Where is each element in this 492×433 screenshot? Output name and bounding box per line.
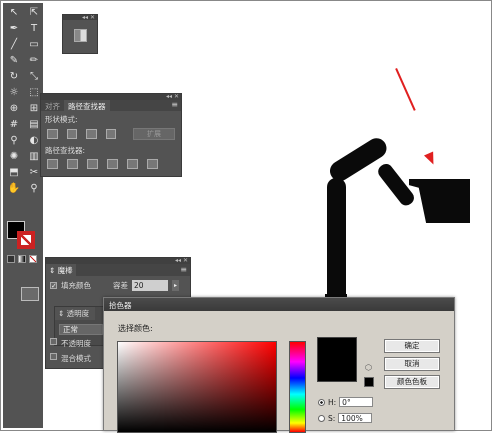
none-mode-icon[interactable] — [29, 255, 37, 263]
blend-mode-select[interactable]: 正常 — [59, 324, 103, 335]
line-icon[interactable]: ╱ — [5, 37, 23, 52]
magic-wand-tabs: ⇕ 魔棒 ≡ — [46, 263, 190, 277]
tab-pathfinder[interactable]: 路径查找器 — [64, 100, 110, 111]
type-icon[interactable]: T — [25, 21, 43, 36]
fill-color-checkbox[interactable]: ✓ — [50, 282, 57, 290]
tolerance-label: 容差 — [113, 281, 128, 290]
merge-icon[interactable] — [87, 159, 98, 169]
color-picker-title[interactable]: 拾色器 — [104, 298, 454, 311]
blend-mode-checkbox[interactable] — [50, 353, 57, 360]
pathfinder-panel: ◂◂ ✕ 对齐 路径查找器 ≡ 形状模式: 扩展 路径查找器: — [40, 93, 182, 177]
paintbrush-icon[interactable]: ✎ — [5, 53, 23, 68]
blend-mode-label: 混合模式 — [61, 354, 91, 363]
artwork-vertical-bar[interactable] — [327, 178, 346, 299]
direct-select-icon[interactable]: ⇱ — [25, 5, 43, 20]
rectangle-icon[interactable]: ▭ — [25, 37, 43, 52]
divide-icon[interactable] — [47, 159, 58, 169]
shape-modes-label: 形状模式: — [45, 115, 78, 124]
color-field[interactable] — [117, 341, 277, 433]
hue-radio[interactable] — [318, 398, 325, 406]
pen-icon[interactable]: ✒ — [5, 21, 23, 36]
rotate-icon[interactable]: ↻ — [5, 69, 23, 84]
tolerance-arrow-icon[interactable]: ▸ — [172, 280, 179, 291]
stroke-none-icon — [17, 231, 35, 249]
fill-color-label: 填充颜色 — [61, 281, 91, 290]
eyedropper-icon[interactable]: ⚲ — [5, 133, 23, 148]
tab-align[interactable]: 对齐 — [41, 100, 64, 111]
color-picker-dialog: 拾色器 选择颜色: ⬡ 确定 取消 颜色色板 H: 0° S: 100% — [103, 297, 455, 433]
color-mode-buttons — [7, 255, 37, 263]
outline-icon[interactable] — [127, 159, 138, 169]
trim-icon[interactable] — [67, 159, 78, 169]
hue-slider[interactable] — [289, 341, 306, 433]
exclude-icon[interactable] — [105, 129, 117, 139]
saturation-label: S: — [328, 413, 336, 423]
hue-input[interactable]: 0° — [339, 397, 374, 407]
web-safe-swatch[interactable] — [364, 377, 374, 387]
select-color-label: 选择颜色: — [118, 324, 153, 333]
unite-icon[interactable] — [47, 129, 58, 139]
opacity-label: 不透明度 — [61, 339, 91, 348]
crop-icon[interactable] — [107, 159, 118, 169]
tools-panel: ↖ ⇱ ✒ T ╱ ▭ ✎ ✏ ↻ ⤡ ☼ ⬚ ⊕ ⊞ # ▤ ⚲ ◐ ✺ ▥ … — [3, 3, 43, 428]
shape-builder-icon[interactable]: ⊕ — [5, 101, 23, 116]
expand-button[interactable]: 扩展 — [133, 128, 175, 140]
selection-arrow-icon[interactable]: ↖ — [5, 5, 23, 20]
cancel-button[interactable]: 取消 — [384, 357, 440, 371]
opacity-checkbox[interactable] — [50, 338, 57, 345]
collapsed-panel: ◂◂ ✕ — [62, 14, 98, 54]
color-preview — [317, 337, 357, 382]
pathfinder-tabs: 对齐 路径查找器 ≡ — [41, 100, 181, 111]
transparency-panel-icon[interactable] — [73, 29, 87, 42]
ok-button[interactable]: 确定 — [384, 339, 440, 353]
pathfinders-row — [41, 157, 181, 171]
scale-icon[interactable]: ⤡ — [25, 69, 43, 84]
saturation-row: S: 100% — [318, 413, 373, 423]
zoom-icon[interactable]: ⚲ — [25, 181, 43, 196]
intersect-icon[interactable] — [86, 129, 97, 139]
hand-icon[interactable]: ✋ — [5, 181, 23, 196]
panel-menu-icon[interactable]: ≡ — [171, 100, 181, 111]
shape-modes-row: 扩展 — [41, 126, 181, 142]
saturation-radio[interactable] — [318, 414, 325, 422]
color-mode-icon[interactable] — [7, 255, 15, 263]
hue-row: H: 0° — [318, 397, 374, 407]
tab-transparency[interactable]: ⇕ 透明度 — [55, 307, 95, 320]
tolerance-input[interactable]: 20 — [132, 280, 168, 291]
artboard-icon[interactable]: ⬒ — [5, 165, 23, 180]
transparency-options: 不透明度 混合模式 — [50, 338, 91, 368]
color-swatches-button[interactable]: 颜色色板 — [384, 375, 440, 389]
tab-magic-wand[interactable]: ⇕ 魔棒 — [46, 263, 76, 277]
hue-label: H: — [328, 397, 337, 407]
minus-back-icon[interactable] — [147, 159, 158, 169]
saturation-input[interactable]: 100% — [338, 413, 373, 423]
gradient-mode-icon[interactable] — [18, 255, 26, 263]
symbol-sprayer-icon[interactable]: ✺ — [5, 149, 23, 164]
pathfinders-label: 路径查找器: — [45, 146, 86, 155]
fill-color-row: ✓ 填充颜色 容差 20 ▸ — [46, 276, 190, 295]
pencil-icon[interactable]: ✏ — [25, 53, 43, 68]
screen-mode-icon[interactable] — [21, 287, 39, 301]
panel-menu-icon[interactable]: ≡ — [180, 265, 190, 275]
mesh-icon[interactable]: # — [5, 117, 23, 132]
minus-front-icon[interactable] — [66, 129, 78, 139]
web-color-cube-icon[interactable]: ⬡ — [365, 364, 373, 372]
panel-grip[interactable]: ◂◂ ✕ — [63, 15, 97, 21]
warp-icon[interactable]: ☼ — [5, 85, 23, 100]
